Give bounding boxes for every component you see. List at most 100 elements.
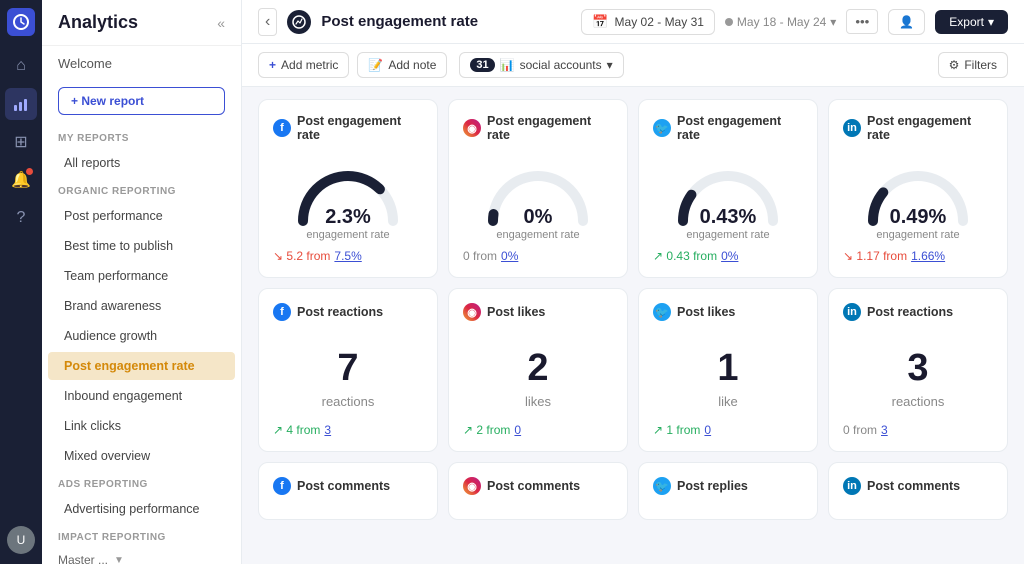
card-title: Post engagement rate [487,114,613,142]
gauge-label: engagement rate [306,229,389,241]
sidebar-item-team-performance[interactable]: Team performance [48,262,235,290]
gauge-container: 0.43% engagement rate [653,156,803,241]
sidebar-item-mixed-overview[interactable]: Mixed overview [48,442,235,470]
avatar: U [7,526,35,554]
user-action-button[interactable]: 👤 [888,9,925,35]
card-header: ◉ Post comments [463,477,613,495]
sidebar-item-inbound-engagement[interactable]: Inbound engagement [48,382,235,410]
change-row: ↗ 0.43 from 0% [653,249,803,263]
change-ref: 7.5% [334,249,361,263]
tw-icon: 🐦 [653,119,671,137]
change-ref: 0% [721,249,738,263]
change-ref: 3 [324,423,331,437]
gauge-value: 2.3% [306,206,389,229]
add-note-button[interactable]: 📝 Add note [357,52,447,78]
fb-icon: f [273,119,291,137]
tw-icon: 🐦 [653,303,671,321]
card-title: Post likes [487,305,545,319]
card-header: 🐦 Post engagement rate [653,114,803,142]
help-icon[interactable]: ? [5,202,37,234]
likes-card-ig: ◉ Post likes 2 likes ↗ 2 from 0 [448,288,628,452]
li-icon: in [843,477,861,495]
li-icon: in [843,303,861,321]
metric-label: likes [463,394,613,409]
organic-reporting-section-label: Organic Reporting [42,178,241,201]
notification-icon[interactable]: 🔔 [5,164,37,196]
change-arrow-up: ↗ 4 from [273,423,320,437]
comments-card-fb: f Post comments [258,462,438,520]
comments-card-li: in Post comments [828,462,1008,520]
card-title: Post engagement rate [867,114,993,142]
sidebar-welcome[interactable]: Welcome [42,46,241,81]
more-button[interactable]: ••• [846,9,878,34]
metric-value: 2 [463,347,613,390]
my-reports-section-label: My Reports [42,125,241,148]
card-header: 🐦 Post replies [653,477,803,495]
plus-icon: + [269,58,276,72]
filters-label: Filters [964,58,997,72]
compare-dot [725,18,733,26]
card-header: in Post comments [843,477,993,495]
analytics-icon[interactable] [5,88,37,120]
change-row: 0 from 3 [843,423,993,437]
sidebar-item-post-performance[interactable]: Post performance [48,202,235,230]
change-row: ↘ 1.17 from 1.66% [843,249,993,263]
change-row: ↗ 1 from 0 [653,423,803,437]
user-icon: 👤 [899,15,914,29]
replies-card-tw: 🐦 Post replies [638,462,818,520]
change-row: ↘ 5.2 from 7.5% [273,249,423,263]
card-header: in Post engagement rate [843,114,993,142]
metric-value: 7 [273,347,423,390]
date-range-button[interactable]: 📅 May 02 - May 31 [581,9,715,35]
filters-button[interactable]: ⚙ Filters [938,52,1008,78]
sidebar-item-all-reports[interactable]: All reports [48,149,235,177]
card-header: ◉ Post engagement rate [463,114,613,142]
sidebar-item-brand-awareness[interactable]: Brand awareness [48,292,235,320]
sidebar-item-best-time[interactable]: Best time to publish [48,232,235,260]
social-accounts-button[interactable]: 31 📊 social accounts ▾ [459,52,623,78]
home-icon[interactable]: ⌂ [5,50,37,82]
bar-chart-icon: 📊 [500,58,515,72]
change-row: 0 from 0% [463,249,613,263]
back-button[interactable]: ‹ [258,8,277,36]
card-header: ◉ Post likes [463,303,613,321]
date-range-text: May 02 - May 31 [615,15,704,29]
change-arrow-down: ↘ 5.2 from [273,249,330,263]
change-arrow-up: ↗ 2 from [463,423,510,437]
gauge-container: 2.3% engagement rate [273,156,423,241]
ig-icon: ◉ [463,477,481,495]
sidebar-item-link-clicks[interactable]: Link clicks [48,412,235,440]
compare-range-text: May 18 - May 24 [737,15,826,29]
user-avatar[interactable]: U [5,524,37,556]
impact-dropdown-icon[interactable]: ▼ [114,555,124,564]
calendar-icon: 📅 [592,14,608,30]
change-arrow-down: ↘ 1.17 from [843,249,907,263]
main-content: ‹ Post engagement rate 📅 May 02 - May 31… [242,0,1024,564]
filter-icon: ⚙ [949,58,960,72]
impact-master-label: Master ... [58,553,108,564]
note-icon: 📝 [368,58,383,72]
change-arrow-up: ↗ 1 from [653,423,700,437]
card-title: Post likes [677,305,735,319]
compare-range[interactable]: May 18 - May 24 ▾ [725,15,836,29]
sidebar-item-advertising-performance[interactable]: Advertising performance [48,495,235,523]
impact-reporting-section-label: Impact Reporting [42,524,241,547]
top-bar: ‹ Post engagement rate 📅 May 02 - May 31… [242,0,1024,44]
toolbar: + Add metric 📝 Add note 31 📊 social acco… [242,44,1024,87]
sidebar-item-audience-growth[interactable]: Audience growth [48,322,235,350]
export-label: Export [949,15,984,29]
metric-label: like [653,394,803,409]
ig-icon: ◉ [463,119,481,137]
export-button[interactable]: Export ▾ [935,10,1008,34]
likes-card-tw: 🐦 Post likes 1 like ↗ 1 from 0 [638,288,818,452]
card-header: 🐦 Post likes [653,303,803,321]
new-report-button[interactable]: + New report [58,87,225,115]
sidebar-item-post-engagement-rate[interactable]: Post engagement rate [48,352,235,380]
collapse-button[interactable]: « [217,15,225,31]
add-metric-button[interactable]: + Add metric [258,52,349,78]
reactions-card-fb: f Post reactions 7 reactions ↗ 4 from 3 [258,288,438,452]
grid-icon[interactable]: ⊞ [5,126,37,158]
metric-value: 3 [843,347,993,390]
engagement-card-fb: f Post engagement rate 2.3% engagement r… [258,99,438,278]
change-neutral: 0 from [463,249,497,263]
